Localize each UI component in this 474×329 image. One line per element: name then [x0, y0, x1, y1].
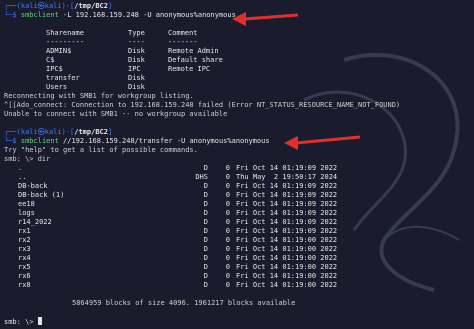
file-size: 0	[225, 200, 230, 208]
file-date: Fri Oct 14 01:19:00 2022	[236, 281, 338, 289]
file-size: 0	[225, 164, 230, 172]
smb-prompt[interactable]: smb: \>	[4, 317, 470, 326]
file-name: DB-back	[18, 182, 48, 190]
file-date: Fri Oct 14 01:19:09 2022	[236, 209, 338, 217]
share-row: transfer Disk	[46, 74, 145, 82]
file-size: 0	[225, 245, 230, 253]
blocks-available: 5864959 blocks of size 4096. 1961217 blo…	[72, 299, 296, 307]
file-attr: D	[203, 191, 208, 199]
file-name: rx6	[18, 272, 31, 280]
file-name: r14_2022	[18, 218, 52, 226]
listing-row: rx6 D 0 Fri Oct 14 01:19:00 2022	[4, 272, 470, 281]
file-attr: D	[203, 281, 208, 289]
file-name: .	[18, 164, 23, 172]
file-size: 0	[225, 182, 230, 190]
file-date: Thu May 2 19:50:17 2024	[236, 173, 338, 181]
shares-separator: --------- ---- -------	[46, 38, 198, 46]
arrow-annotation-2	[284, 135, 361, 150]
file-date: Fri Oct 14 01:19:00 2022	[236, 254, 338, 262]
output-line: Unable to connect with SMB1 -- no workgr…	[4, 110, 228, 118]
file-size: 0	[225, 254, 230, 262]
file-attr: D	[203, 218, 208, 226]
file-name: rx8	[18, 281, 31, 289]
smb-dir-command: smb: \> dir	[4, 155, 51, 163]
listing-row: rx8 D 0 Fri Oct 14 01:19:00 2022	[4, 281, 470, 290]
listing-row: rx3 D 0 Fri Oct 14 01:19:00 2022	[4, 245, 470, 254]
file-name: ..	[18, 173, 27, 181]
listing-row: DB-back D 0 Fri Oct 14 01:19:09 2022	[4, 182, 470, 191]
output-line: Try "help" to get a list of possible com…	[4, 146, 198, 154]
share-row: ADMIN$ Disk Remote Admin	[46, 47, 219, 55]
file-attr: D	[203, 245, 208, 253]
file-date: Fri Oct 14 01:19:09 2022	[236, 227, 338, 235]
file-size: 0	[225, 272, 230, 280]
file-attr: D	[203, 254, 208, 262]
listing-row: ee18 D 0 Fri Oct 14 01:19:09 2022	[4, 200, 470, 209]
file-attr: D	[203, 263, 208, 271]
listing-row: DB-back (1) D 0 Fri Oct 14 01:19:09 2022	[4, 191, 470, 200]
file-size: 0	[225, 173, 230, 181]
file-date: Fri Oct 14 01:19:09 2022	[236, 182, 338, 190]
file-date: Fri Oct 14 01:19:00 2022	[236, 272, 338, 280]
prompt-line-2: ┌──(kali㉿kali)-[/tmp/BC2]	[4, 128, 113, 136]
file-name: logs	[18, 209, 35, 217]
file-date: Fri Oct 14 01:19:09 2022	[236, 164, 338, 172]
file-size: 0	[225, 191, 230, 199]
file-size: 0	[225, 281, 230, 289]
file-date: Fri Oct 14 01:19:00 2022	[236, 263, 338, 271]
file-attr: DHS	[195, 173, 208, 181]
file-attr: D	[203, 272, 208, 280]
text-cursor	[37, 317, 42, 325]
file-size: 0	[225, 236, 230, 244]
file-attr: D	[203, 200, 208, 208]
file-date: Fri Oct 14 01:19:00 2022	[236, 236, 338, 244]
file-date: Fri Oct 14 01:19:09 2022	[236, 218, 338, 226]
listing-row: . D 0 Fri Oct 14 01:19:09 2022	[4, 164, 470, 173]
file-attr: D	[203, 164, 208, 172]
file-name: rx5	[18, 263, 31, 271]
listing-row: rx2 D 0 Fri Oct 14 01:19:00 2022	[4, 236, 470, 245]
shares-header: Sharename Type Comment	[46, 29, 198, 37]
file-name: ee18	[18, 200, 35, 208]
file-date: Fri Oct 14 01:19:09 2022	[236, 200, 338, 208]
file-size: 0	[225, 227, 230, 235]
file-name: rx4	[18, 254, 31, 262]
file-name: DB-back (1)	[18, 191, 65, 199]
listing-row: rx5 D 0 Fri Oct 14 01:19:00 2022	[4, 263, 470, 272]
listing-row: logs D 0 Fri Oct 14 01:19:09 2022	[4, 209, 470, 218]
share-row: C$ Disk Default share	[46, 56, 223, 64]
terminal[interactable]: ┌──(kali㉿kali)-[/tmp/BC2] └─$ smbclient …	[4, 2, 470, 326]
file-attr: D	[203, 209, 208, 217]
file-name: rx1	[18, 227, 31, 235]
file-attr: D	[203, 182, 208, 190]
file-date: Fri Oct 14 01:19:00 2022	[236, 245, 338, 253]
output-line: Reconnecting with SMB1 for workgroup lis…	[4, 92, 194, 100]
file-size: 0	[225, 218, 230, 226]
share-row: Users Disk	[46, 83, 145, 91]
file-size: 0	[225, 263, 230, 271]
command-line-2: └─$ smbclient //192.168.159.248/transfer…	[4, 137, 270, 145]
arrow-annotation-1	[232, 12, 299, 26]
output-line: ^[[Ado_connect: Connection to 192.168.15…	[4, 101, 401, 109]
dir-listing: . D 0 Fri Oct 14 01:19:09 2022.. DHS 0 Thu May…	[4, 164, 470, 290]
file-date: Fri Oct 14 01:19:09 2022	[236, 191, 338, 199]
file-name: rx3	[18, 245, 31, 253]
file-name: rx2	[18, 236, 31, 244]
listing-row: rx1 D 0 Fri Oct 14 01:19:09 2022	[4, 227, 470, 236]
file-size: 0	[225, 209, 230, 217]
listing-row: r14_2022 D 0 Fri Oct 14 01:19:09 2022	[4, 218, 470, 227]
file-attr: D	[203, 236, 208, 244]
file-attr: D	[203, 227, 208, 235]
share-row: IPC$ IPC Remote IPC	[46, 65, 211, 73]
listing-row: .. DHS 0 Thu May 2 19:50:17 2024	[4, 173, 470, 182]
listing-row: rx4 D 0 Fri Oct 14 01:19:00 2022	[4, 254, 470, 263]
